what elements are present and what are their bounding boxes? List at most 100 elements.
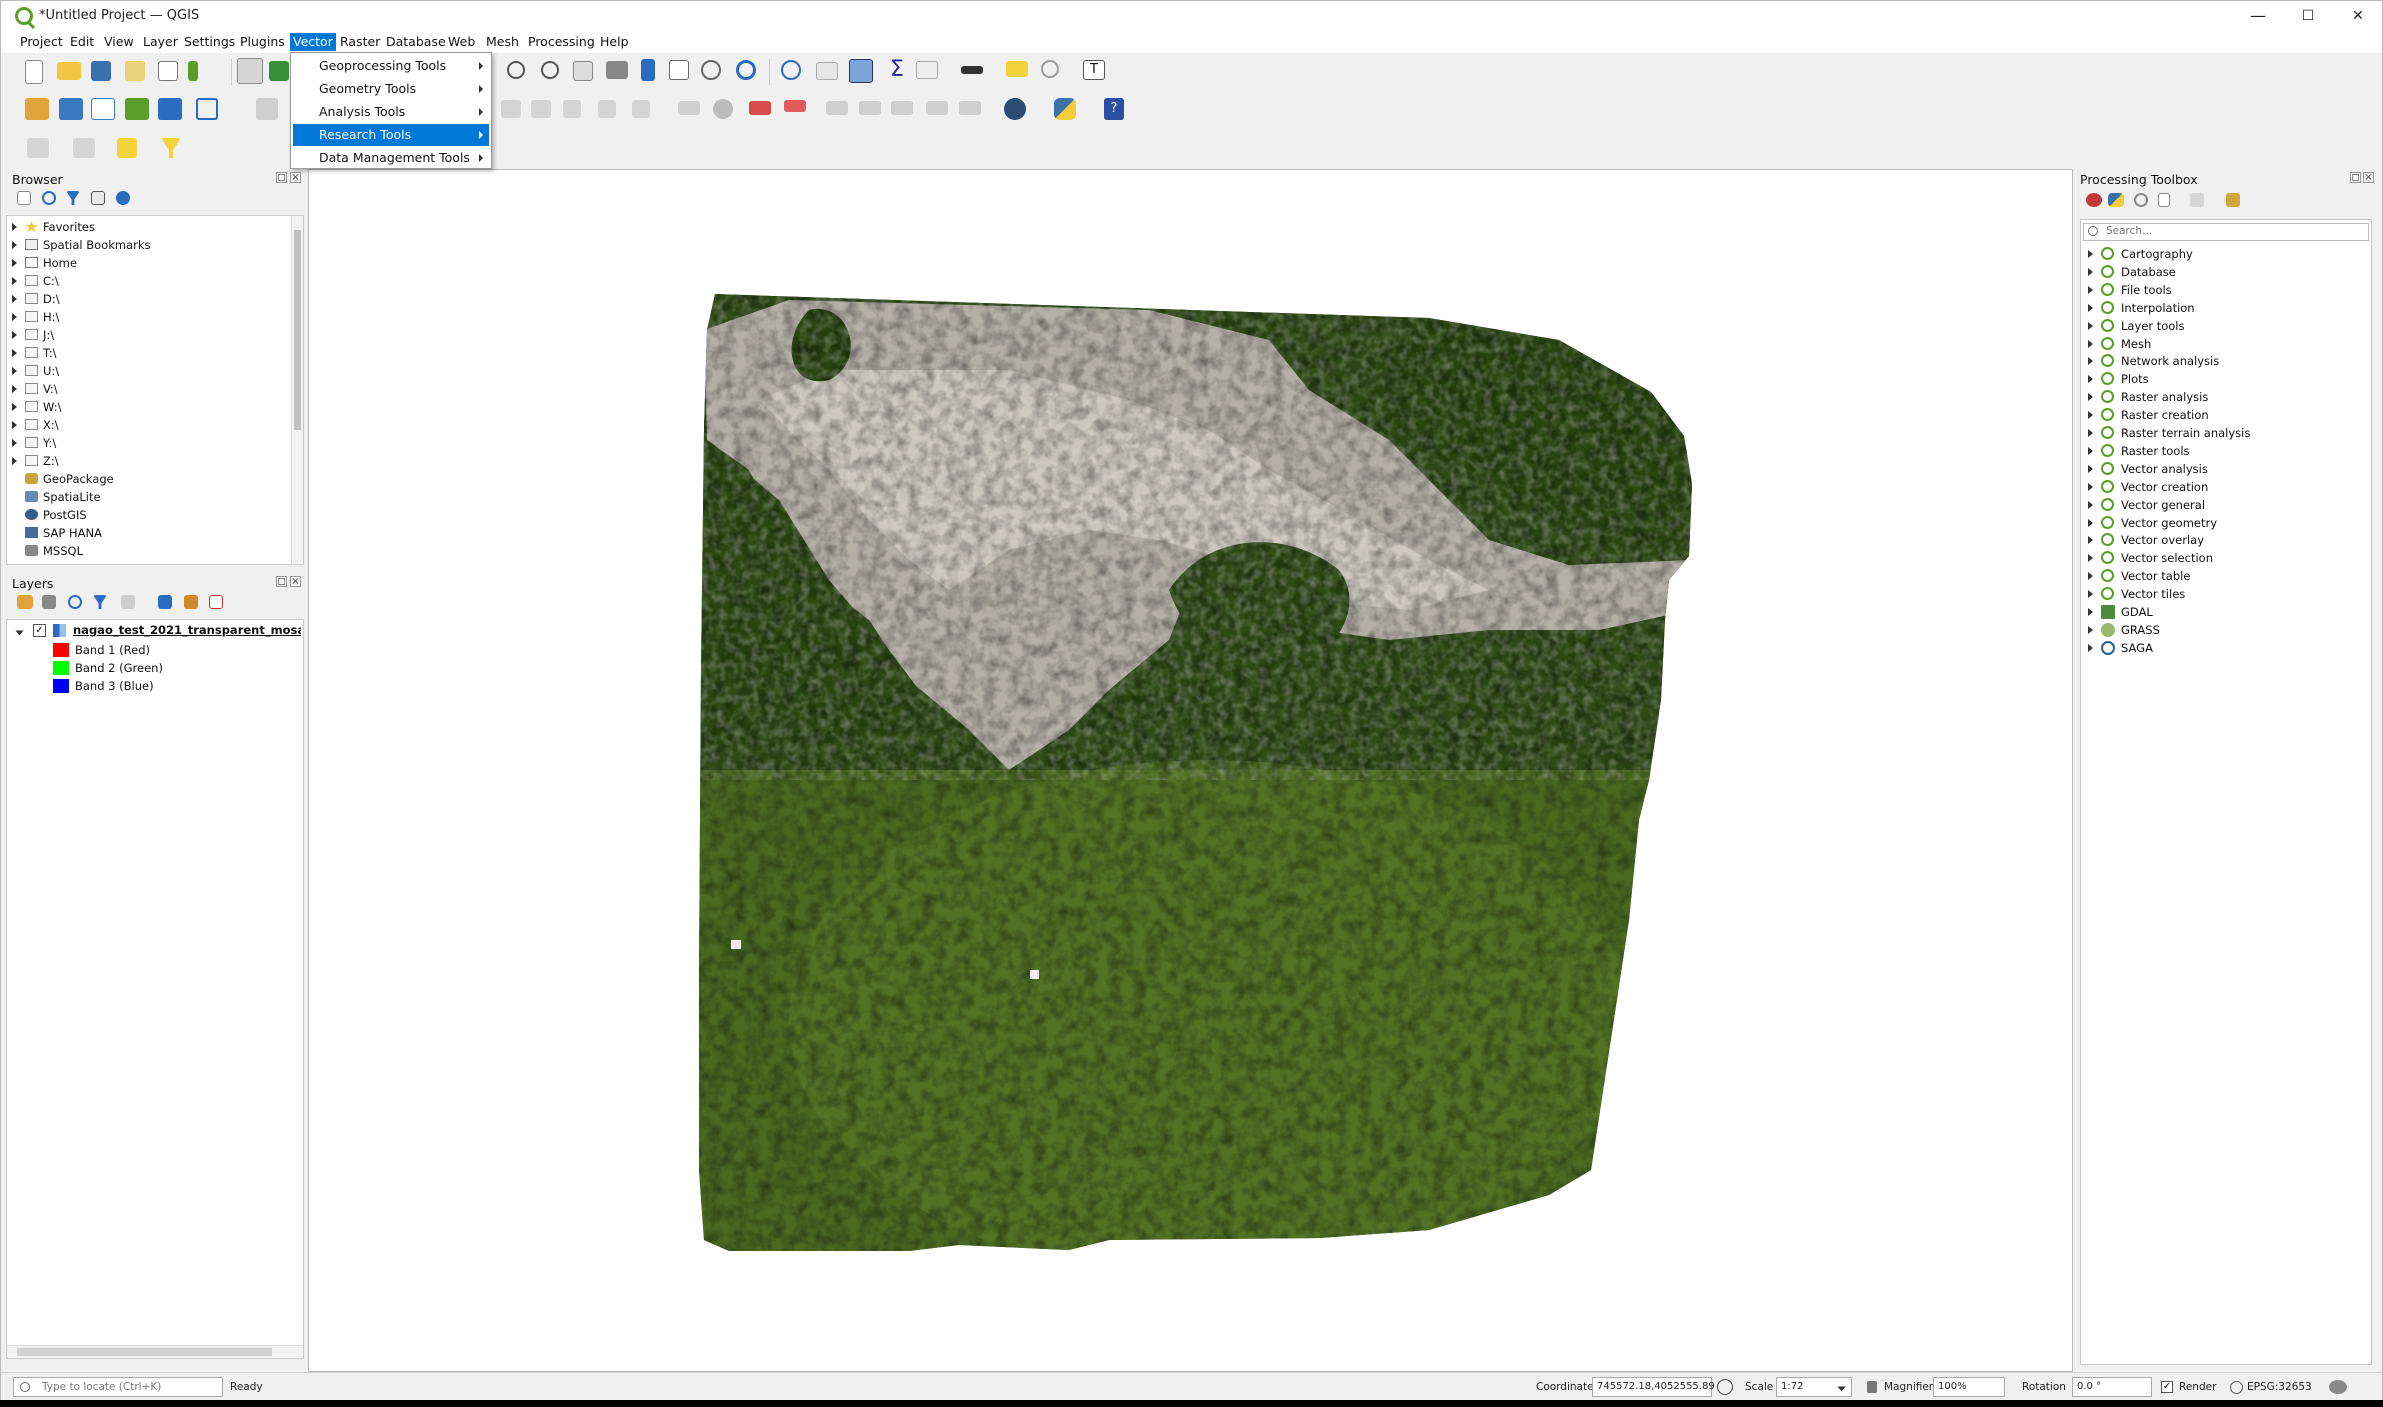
expand-arrow-icon[interactable]: [2088, 285, 2093, 294]
select-features-icon[interactable]: [27, 138, 49, 158]
collapse-all-icon[interactable]: [91, 191, 105, 205]
close-panel-button[interactable]: ×: [290, 576, 301, 587]
menu-mesh[interactable]: Mesh: [483, 33, 522, 51]
deselect-features-icon[interactable]: [73, 138, 95, 158]
toolbox-provider-item[interactable]: Vector geometry: [2121, 514, 2217, 532]
expand-arrow-icon[interactable]: [12, 241, 17, 249]
menu-layer[interactable]: Layer: [140, 33, 181, 51]
lock-scale-icon[interactable]: [1867, 1381, 1877, 1393]
band-3-label[interactable]: Band 3 (Blue): [75, 677, 154, 695]
browser-item[interactable]: V:\: [43, 380, 58, 398]
cut-features-icon[interactable]: [501, 100, 521, 118]
results-viewer-icon[interactable]: [2158, 193, 2170, 207]
highlight-labels-icon[interactable]: [784, 100, 806, 112]
toolbox-provider-item[interactable]: Cartography: [2121, 245, 2193, 263]
browser-item[interactable]: Spatial Bookmarks: [43, 236, 151, 254]
select-by-expression-icon[interactable]: [117, 138, 137, 158]
scrollbar-thumb[interactable]: [294, 230, 301, 430]
menu-web[interactable]: Web: [445, 33, 478, 51]
float-panel-button[interactable]: ◻: [276, 172, 287, 183]
diagram-icon[interactable]: [959, 101, 981, 115]
pan-map-icon[interactable]: [237, 58, 263, 84]
toolbox-provider-item[interactable]: Layer tools: [2121, 317, 2185, 335]
add-selected-layers-icon[interactable]: [17, 191, 31, 205]
band-1-label[interactable]: Band 1 (Red): [75, 641, 150, 659]
new-geopackage-icon[interactable]: [59, 98, 83, 120]
expand-arrow-icon[interactable]: [12, 385, 17, 393]
toolbox-provider-item[interactable]: Mesh: [2121, 335, 2151, 353]
menu-help[interactable]: Help: [597, 33, 632, 51]
expand-arrow-icon[interactable]: [2088, 482, 2093, 491]
menu-database[interactable]: Database: [383, 33, 449, 51]
band-2-label[interactable]: Band 2 (Green): [75, 659, 163, 677]
browser-item[interactable]: Favorites: [43, 218, 95, 236]
style-manager-icon[interactable]: [188, 61, 198, 81]
expand-arrow-icon[interactable]: [2088, 536, 2093, 545]
menu-item-analysis-tools[interactable]: Analysis Tools: [293, 101, 489, 123]
toolbox-provider-item[interactable]: Raster creation: [2121, 406, 2209, 424]
minimize-button[interactable]: —: [2238, 5, 2278, 27]
expand-arrow-icon[interactable]: [12, 403, 17, 411]
menu-item-data-management-tools[interactable]: Data Management Tools: [293, 147, 489, 169]
scripts-icon[interactable]: [2108, 193, 2124, 207]
pin-labels-icon[interactable]: [713, 99, 733, 119]
expand-all-icon[interactable]: [158, 595, 172, 609]
text-annotation-icon[interactable]: T: [1083, 60, 1105, 80]
toolbox-provider-item[interactable]: Vector analysis: [2121, 460, 2208, 478]
float-panel-button[interactable]: ◻: [2350, 172, 2361, 183]
statistics-sigma-icon[interactable]: Σ: [885, 59, 909, 83]
browser-item[interactable]: C:\: [43, 272, 59, 290]
browser-item[interactable]: Home: [43, 254, 77, 272]
expand-arrow-icon[interactable]: [2088, 572, 2093, 581]
toggle-extents-icon[interactable]: [1717, 1379, 1733, 1395]
save-project-icon[interactable]: [91, 61, 111, 81]
locator-search-input[interactable]: Type to locate (Ctrl+K): [13, 1377, 223, 1397]
expand-arrow-icon[interactable]: [12, 313, 17, 321]
menu-processing[interactable]: Processing: [525, 33, 598, 51]
toolbox-provider-item[interactable]: Vector general: [2121, 496, 2205, 514]
float-panel-button[interactable]: ◻: [276, 576, 287, 587]
menu-view[interactable]: View: [101, 33, 137, 51]
refresh-browser-icon[interactable]: [42, 191, 56, 205]
close-button[interactable]: ✕: [2338, 5, 2378, 27]
menu-vector[interactable]: Vector: [290, 33, 336, 51]
browser-item[interactable]: SAP HANA: [43, 524, 102, 542]
attribute-table-icon[interactable]: [816, 62, 838, 80]
expand-arrow-icon[interactable]: [12, 259, 17, 267]
toolbox-provider-item[interactable]: Network analysis: [2121, 352, 2219, 370]
identify-icon[interactable]: [781, 60, 801, 80]
map-canvas[interactable]: [308, 169, 2073, 1372]
models-icon[interactable]: [2086, 193, 2102, 207]
expand-arrow-icon[interactable]: [2088, 500, 2093, 509]
browser-item[interactable]: SpatiaLite: [43, 488, 101, 506]
browser-item[interactable]: U:\: [43, 362, 59, 380]
layers-h-scrollbar[interactable]: [7, 1345, 303, 1358]
browser-item[interactable]: W:\: [43, 398, 61, 416]
copy-features-icon[interactable]: [531, 100, 551, 118]
toolbox-search-input[interactable]: Search...: [2083, 223, 2369, 241]
browser-item[interactable]: Y:\: [43, 434, 56, 452]
expand-arrow-icon[interactable]: [2088, 303, 2093, 312]
zoom-full-icon[interactable]: [507, 61, 525, 79]
toolbox-provider-item[interactable]: File tools: [2121, 281, 2172, 299]
toolbox-provider-item[interactable]: Database: [2121, 263, 2176, 281]
menu-item-geoprocessing-tools[interactable]: Geoprocessing Tools: [293, 55, 489, 77]
crs-label[interactable]: EPSG:32653: [2247, 1381, 2312, 1393]
toolbox-provider-item[interactable]: GRASS: [2121, 621, 2160, 639]
menu-raster[interactable]: Raster: [337, 33, 383, 51]
add-mesh-layer-icon[interactable]: [158, 98, 182, 120]
render-checkbox[interactable]: ✓: [2161, 1381, 2173, 1393]
menu-settings[interactable]: Settings: [181, 33, 238, 51]
add-vector-layer-icon[interactable]: [91, 98, 115, 120]
settings-gear-icon[interactable]: [849, 59, 873, 83]
toolbox-provider-item[interactable]: Vector selection: [2121, 549, 2213, 567]
browser-item[interactable]: MSSQL: [43, 542, 83, 560]
measure-icon[interactable]: [961, 66, 983, 74]
browser-item[interactable]: Z:\: [43, 452, 59, 470]
manage-themes-icon[interactable]: [68, 595, 82, 609]
pan-to-selection-icon[interactable]: [269, 61, 289, 81]
collapse-all-icon[interactable]: [184, 595, 198, 609]
help-icon[interactable]: ?: [1104, 98, 1124, 120]
menu-item-geometry-tools[interactable]: Geometry Tools: [293, 78, 489, 100]
browser-item[interactable]: T:\: [43, 344, 57, 362]
